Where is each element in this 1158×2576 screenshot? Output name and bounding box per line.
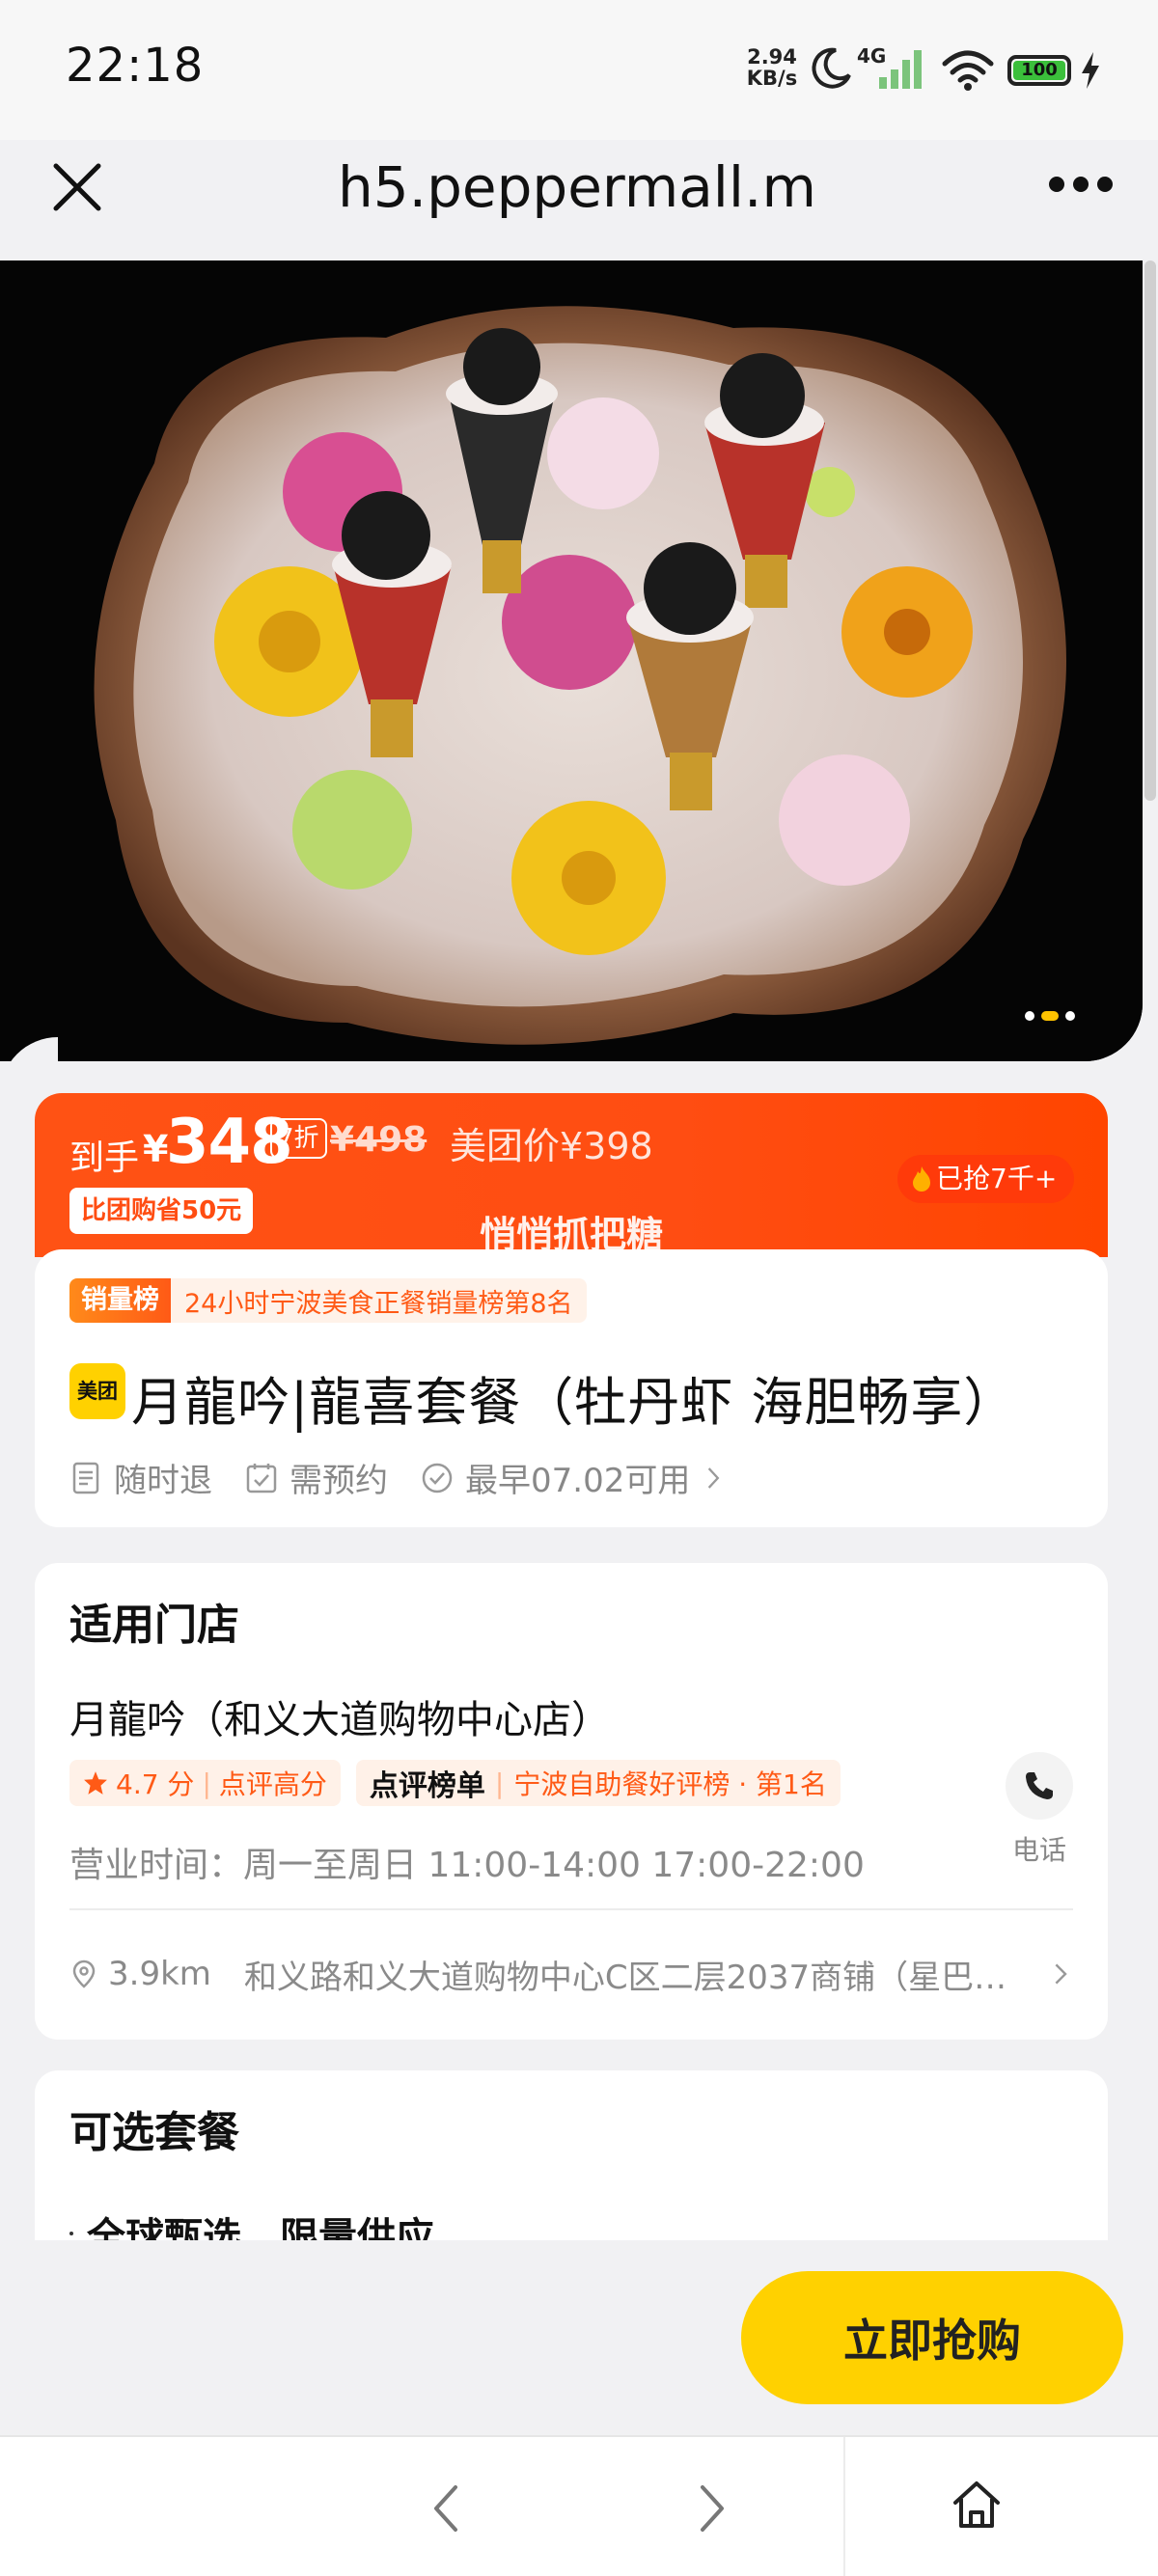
bullet-dot <box>69 2232 73 2235</box>
grabbed-count: 已抢7千+ <box>936 1163 1058 1194</box>
store-name[interactable]: 月龍吟（和义大道购物中心店） <box>69 1688 610 1744</box>
page-url-title: h5.peppermall.m... <box>338 154 820 220</box>
check-circle-icon <box>422 1463 453 1493</box>
bar-separator <box>843 2437 845 2576</box>
original-price: ¥498 <box>330 1120 427 1160</box>
network-speed-unit: KB/s <box>746 67 798 90</box>
forward-arrow-icon[interactable] <box>691 2481 733 2535</box>
phone-button[interactable] <box>1006 1752 1073 1820</box>
price-prefix: 到手 <box>69 1138 140 1178</box>
battery-level: 100 <box>1013 61 1065 80</box>
carousel-indicator <box>1025 1011 1075 1021</box>
carousel-dot <box>1025 1011 1034 1021</box>
status-bar: 22:18 2.94 KB/s 4G 100 <box>0 0 1158 140</box>
browser-bottom-bar <box>0 2435 1158 2576</box>
store-card: 适用门店 月龍吟（和义大道购物中心店） 4.7 分 | 点评高分 点评榜单 | … <box>35 1563 1108 2040</box>
chevron-right-icon <box>708 1466 720 1489</box>
store-address: 和义路和义大道购物中心C区二层2037商铺（星巴… <box>243 1958 1007 1997</box>
meituan-logo: 美团 <box>69 1363 125 1419</box>
buy-now-button[interactable]: 立即抢购 <box>741 2271 1123 2404</box>
location-pin-icon <box>72 1959 96 1988</box>
meituan-price: 美团价¥398 <box>450 1125 653 1167</box>
network-speed: 2.94 KB/s <box>743 46 801 89</box>
hero-image-carousel[interactable] <box>0 260 1143 1061</box>
sales-rank-text: 24小时宁波美食正餐销量榜第8名 <box>184 1288 573 1319</box>
address-row[interactable]: 3.9km 和义路和义大道购物中心C区二层2037商铺（星巴… <box>69 1945 1073 2003</box>
signal-icon <box>879 50 922 89</box>
sales-rank-label: 销量榜 <box>69 1278 171 1323</box>
price-banner: 到手 ¥ 348 7折 ¥498 美团价¥398 比团购省50元 已抢7千+ 悄… <box>35 1093 1108 1257</box>
price-currency: ¥ <box>143 1128 169 1170</box>
product-title: 月龍吟|龍喜套餐（牡丹虾 海胆畅享） <box>131 1372 1017 1433</box>
chevron-right-icon <box>1055 1963 1067 1985</box>
wifi-icon <box>942 50 994 91</box>
package-section-title: 可选套餐 <box>69 2108 239 2157</box>
fire-icon <box>913 1166 930 1192</box>
rating-score: 4.7 分 <box>116 1768 195 1800</box>
product-info-card: 销量榜 24小时宁波美食正餐销量榜第8名 美团 月龍吟|龍喜套餐（牡丹虾 海胆畅… <box>35 1249 1108 1527</box>
star-icon <box>84 1771 107 1795</box>
badge-separator: | <box>202 1767 211 1799</box>
divider <box>69 1908 1073 1910</box>
phone-icon <box>1026 1772 1053 1799</box>
moon-icon <box>812 47 851 89</box>
badge-separator: | <box>494 1767 505 1799</box>
sales-rank-tag[interactable]: 销量榜 24小时宁波美食正餐销量榜第8名 <box>69 1278 587 1323</box>
more-icon[interactable] <box>1047 170 1115 199</box>
carousel-dot <box>1065 1011 1075 1021</box>
feature-refund: 随时退 <box>69 1454 212 1501</box>
store-distance: 3.9km <box>108 1955 211 1993</box>
close-icon[interactable] <box>50 160 104 214</box>
home-icon[interactable] <box>950 2478 1004 2532</box>
battery-icon: 100 <box>1007 55 1071 86</box>
network-speed-value: 2.94 <box>747 45 797 69</box>
feature-reservation: 需预约 <box>245 1454 388 1501</box>
document-icon <box>72 1462 99 1494</box>
phone-label: 电话 <box>1011 1834 1066 1866</box>
page-scrollbar[interactable] <box>1144 260 1156 801</box>
store-section-title: 适用门店 <box>69 1601 239 1650</box>
review-rank-brand: 点评榜单 <box>369 1769 485 1803</box>
feature-reservation-label: 需预约 <box>290 1462 388 1500</box>
charging-icon <box>1082 52 1099 89</box>
discount-badge: 7折 <box>270 1118 327 1159</box>
status-time: 22:18 <box>66 39 205 93</box>
feature-earliest-date-label: 最早07.02可用 <box>465 1462 691 1500</box>
calendar-check-icon <box>246 1463 277 1493</box>
feature-row: 随时退 需预约 最早07.02可用 <box>69 1454 727 1501</box>
back-arrow-icon[interactable] <box>425 2481 467 2535</box>
feature-refund-label: 随时退 <box>114 1462 212 1500</box>
review-rank-badge[interactable]: 点评榜单 | 宁波自助餐好评榜 · 第1名 <box>355 1760 841 1806</box>
review-rank-text: 宁波自助餐好评榜 · 第1名 <box>513 1768 827 1800</box>
rating-badge: 4.7 分 | 点评高分 <box>69 1760 341 1806</box>
grabbed-badge: 已抢7千+ <box>897 1155 1075 1203</box>
store-badges: 4.7 分 | 点评高分 点评榜单 | 宁波自助餐好评榜 · 第1名 <box>69 1760 841 1806</box>
carousel-dot-active <box>1041 1011 1059 1021</box>
rating-note: 点评高分 <box>218 1768 327 1800</box>
dessert-platter-image <box>0 260 1143 1061</box>
feature-earliest-date[interactable]: 最早07.02可用 <box>421 1454 727 1501</box>
business-hours: 营业时间：周一至周日 11:00-14:00 17:00-22:00 <box>69 1846 865 1885</box>
